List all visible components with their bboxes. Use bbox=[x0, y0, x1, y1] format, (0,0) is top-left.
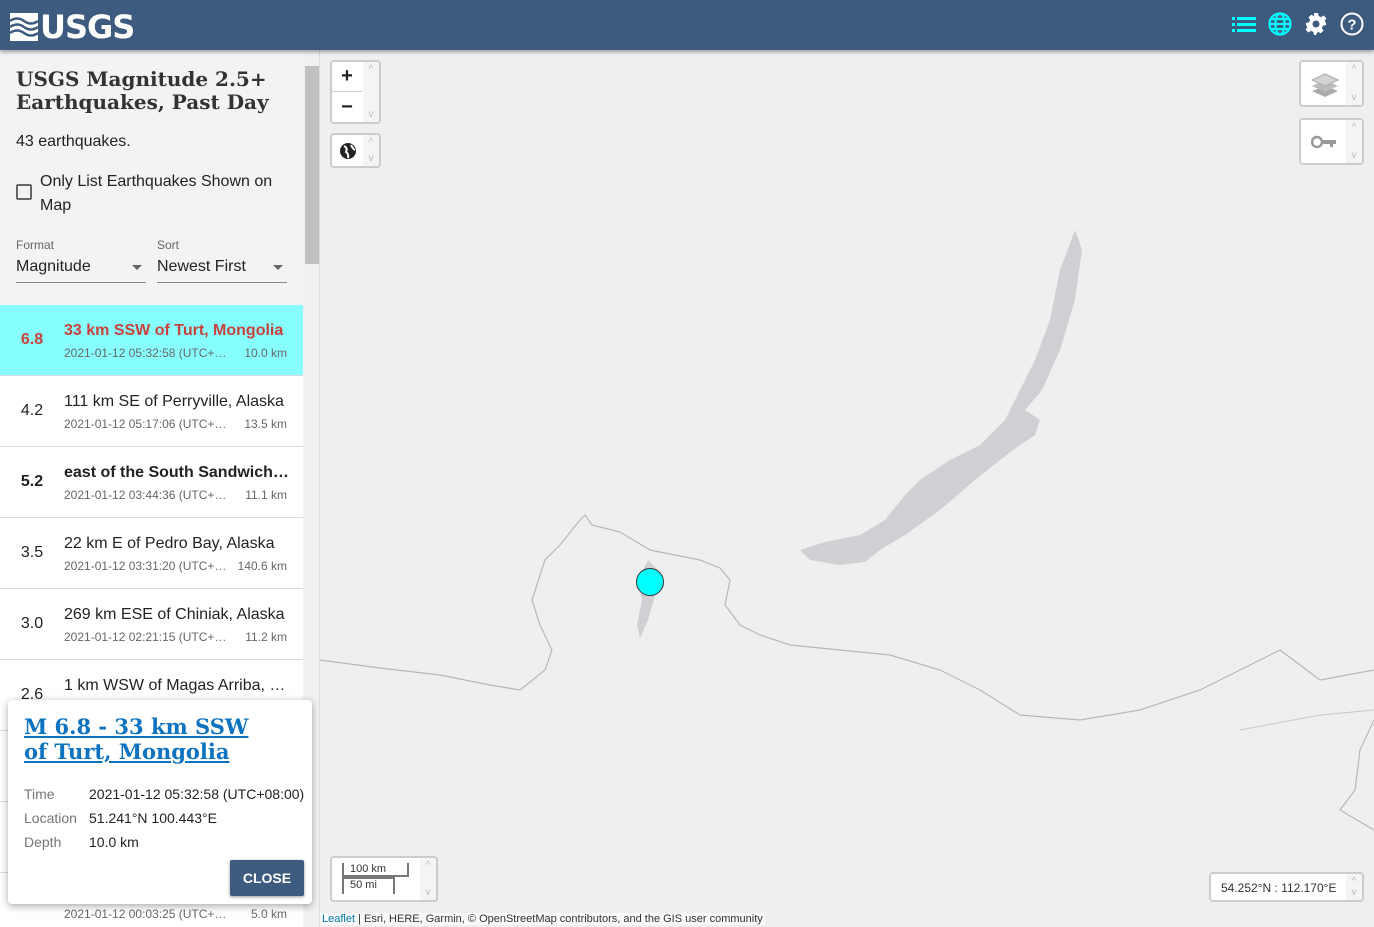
scale-scroll-arrows[interactable]: ^ v bbox=[420, 858, 436, 900]
magnitude: 6.8 bbox=[20, 331, 44, 348]
layers-icon[interactable] bbox=[1310, 72, 1340, 103]
layers-scroll-arrows[interactable]: ^ v bbox=[1346, 62, 1362, 105]
depth: 11.1 km bbox=[245, 488, 287, 502]
format-value[interactable]: Magnitude bbox=[16, 258, 146, 283]
globe-control: ^ v bbox=[330, 133, 381, 168]
place: 269 km ESE of Chiniak, Alaska bbox=[64, 606, 285, 623]
list-item[interactable]: 5.2 east of the South Sandwich Islands 202… bbox=[0, 447, 303, 518]
depth: 140.6 km bbox=[237, 559, 287, 573]
usgs-wave-icon bbox=[10, 13, 38, 41]
list-item[interactable]: 6.8 33 km SSW of Turt, Mongolia 2021-01-12… bbox=[0, 305, 303, 376]
globe-button-icon[interactable] bbox=[339, 142, 357, 165]
mouse-coordinates: 54.252°N : 112.170°E ^ v bbox=[1209, 872, 1364, 902]
coordinate-readout: 54.252°N : 112.170°E bbox=[1221, 881, 1337, 895]
scale-mi: 50 mi bbox=[342, 877, 395, 894]
location-value: 51.241°N 100.443°E bbox=[89, 810, 217, 826]
list-icon[interactable] bbox=[1232, 11, 1256, 37]
format-select[interactable]: Format Magnitude bbox=[16, 238, 146, 283]
depth-value: 10.0 km bbox=[89, 834, 139, 850]
layers-control: ^ v bbox=[1299, 60, 1364, 107]
feed-title: USGS Magnitude 2.5+ Earthquakes, Past Da… bbox=[16, 67, 269, 114]
border-line bbox=[1239, 709, 1374, 731]
app-header: USGS ? bbox=[0, 0, 1374, 50]
list-item[interactable]: 3.0 269 km ESE of Chiniak, Alaska 2021-01-… bbox=[0, 589, 303, 660]
place: 22 km E of Pedro Bay, Alaska bbox=[64, 535, 275, 552]
zoom-scroll-arrows[interactable]: ^ v bbox=[363, 62, 379, 122]
magnitude: 5.2 bbox=[20, 473, 44, 490]
earthquake-popup: M 6.8 - 33 km SSW of Turt, Mongolia Time… bbox=[8, 700, 312, 904]
only-list-checkbox[interactable] bbox=[16, 184, 32, 200]
sort-label: Sort bbox=[157, 238, 180, 252]
key-icon[interactable] bbox=[1310, 135, 1337, 154]
map[interactable]: + − ^ v ^ v ^ v ^ v 100 km 50 mi ^ v 54.252°N… bbox=[320, 50, 1374, 927]
depth: 11.2 km bbox=[245, 630, 287, 644]
close-button[interactable]: CLOSE bbox=[230, 860, 304, 896]
place: east of the South Sandwich Islands bbox=[64, 464, 292, 481]
time: 2021-01-12 05:32:58 (UTC+08:00) bbox=[64, 346, 229, 360]
scrollbar-thumb[interactable] bbox=[305, 66, 319, 264]
list-item[interactable]: 3.5 22 km E of Pedro Bay, Alaska 2021-01-1… bbox=[0, 518, 303, 589]
gear-icon[interactable] bbox=[1304, 11, 1328, 37]
svg-text:?: ? bbox=[1347, 17, 1356, 34]
depth: 5.0 km bbox=[250, 907, 287, 921]
time: 2021-01-12 02:21:15 (UTC+08:00) bbox=[64, 630, 229, 644]
lake-baikal bbox=[800, 230, 1082, 565]
only-list-label[interactable]: Only List Earthquakes Shown on Map bbox=[40, 170, 290, 218]
location-label: Location bbox=[24, 810, 77, 826]
zoom-out-button[interactable]: − bbox=[332, 92, 362, 122]
time-value: 2021-01-12 05:32:58 (UTC+08:00) bbox=[89, 786, 305, 802]
scale-control: 100 km 50 mi ^ v bbox=[330, 856, 438, 902]
format-label: Format bbox=[16, 238, 55, 252]
leaflet-link[interactable]: Leaflet bbox=[322, 913, 355, 925]
magnitude: 3.5 bbox=[20, 544, 44, 561]
earthquake-count: 43 earthquakes. bbox=[16, 133, 131, 150]
depth: 13.5 km bbox=[244, 417, 287, 431]
sort-value[interactable]: Newest First bbox=[157, 258, 287, 283]
time-label: Time bbox=[24, 786, 55, 802]
time: 2021-01-12 00:03:25 (UTC+08:00) bbox=[64, 907, 229, 921]
earthquake-marker[interactable] bbox=[636, 568, 664, 596]
zoom-in-button[interactable]: + bbox=[332, 62, 362, 92]
scale-km: 100 km bbox=[342, 863, 409, 877]
key-scroll-arrows[interactable]: ^ v bbox=[1346, 120, 1362, 163]
border-line bbox=[1339, 719, 1374, 831]
list-item[interactable]: 4.2 111 km SE of Perryville, Alaska 2021-0… bbox=[0, 376, 303, 447]
help-icon[interactable]: ? bbox=[1340, 11, 1364, 37]
depth: 10.0 km bbox=[244, 346, 287, 360]
basemap bbox=[320, 230, 1374, 831]
usgs-logo[interactable]: USGS bbox=[10, 8, 135, 46]
place: 33 km SSW of Turt, Mongolia bbox=[64, 322, 284, 339]
depth-label: Depth bbox=[24, 834, 62, 850]
globe-icon[interactable] bbox=[1268, 11, 1292, 37]
time: 2021-01-12 03:44:36 (UTC+08:00) bbox=[64, 488, 229, 502]
attribution-text: | Esri, HERE, Garmin, © OpenStreetMap co… bbox=[355, 913, 763, 925]
magnitude: 4.2 bbox=[20, 402, 44, 419]
globe-scroll-arrows[interactable]: ^ v bbox=[363, 135, 379, 166]
legend-key-control: ^ v bbox=[1299, 118, 1364, 165]
place: 111 km SE of Perryville, Alaska bbox=[64, 393, 284, 410]
time: 2021-01-12 05:17:06 (UTC+08:00) bbox=[64, 417, 229, 431]
time: 2021-01-12 03:31:20 (UTC+08:00) bbox=[64, 559, 229, 573]
place: 1 km WSW of Magas Arriba, Puerto Rico bbox=[64, 677, 292, 694]
magnitude: 3.0 bbox=[20, 615, 44, 632]
sort-select[interactable]: Sort Newest First bbox=[157, 238, 287, 283]
map-attribution: Leaflet | Esri, HERE, Garmin, © OpenStre… bbox=[320, 913, 765, 925]
zoom-control: + − ^ v bbox=[330, 60, 381, 124]
coords-scroll-arrows[interactable]: ^ v bbox=[1346, 874, 1362, 900]
popup-title-link[interactable]: M 6.8 - 33 km SSW of Turt, Mongolia bbox=[24, 714, 274, 764]
